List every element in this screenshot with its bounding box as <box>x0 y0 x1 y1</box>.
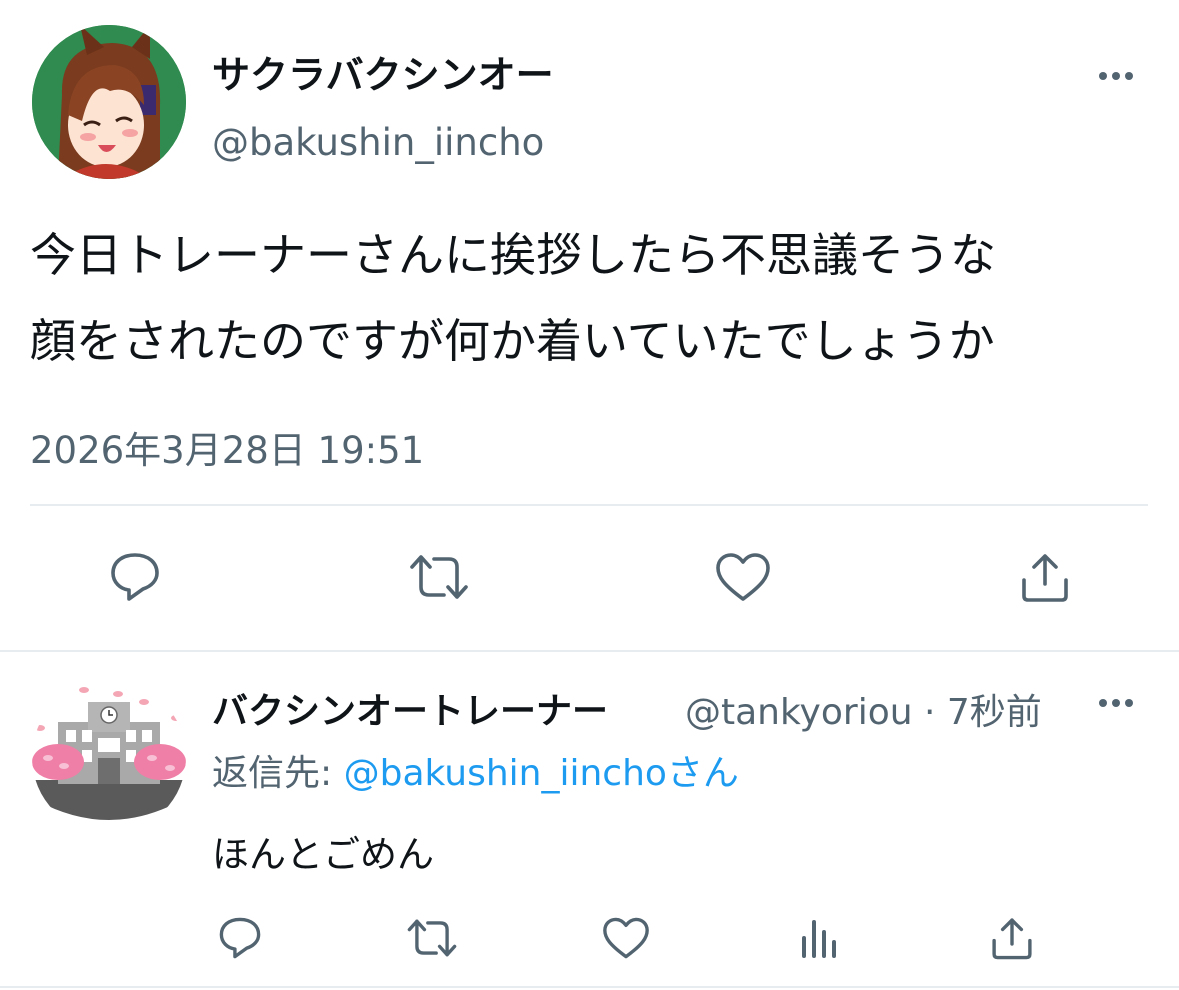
replying-to-mention[interactable]: @bakushin_iinchoさん <box>344 753 739 794</box>
reply-tweet-text: ほんとごめん <box>212 833 434 876</box>
analytics-icon <box>802 920 836 958</box>
main-tweet-timestamp[interactable]: 2026年3月28日 19:51 <box>30 420 424 474</box>
reply-icon <box>111 553 159 601</box>
horse-girl-avatar-image <box>32 25 186 179</box>
reply-reply-button[interactable] <box>210 910 270 966</box>
reply-tweet-time[interactable]: 7秒前 <box>947 692 1042 733</box>
timestamp-divider <box>30 504 1148 506</box>
reply-tweet-more-icon[interactable] <box>1097 696 1137 708</box>
like-icon <box>716 553 770 601</box>
reply-tweet-handle[interactable]: @tankyoriou <box>685 692 913 733</box>
like-icon <box>603 917 649 959</box>
main-like-button[interactable] <box>708 545 778 609</box>
reply-tweet-meta: @tankyoriou · 7秒前 <box>685 683 1042 735</box>
reply-tweet-avatar[interactable] <box>32 680 186 834</box>
main-tweet-avatar[interactable] <box>32 25 186 179</box>
replying-to-label: 返信先: <box>212 753 333 794</box>
bottom-divider <box>0 986 1179 988</box>
share-icon <box>992 918 1032 960</box>
main-reply-button[interactable] <box>100 545 170 609</box>
tweet-divider <box>0 650 1179 652</box>
replying-to-line: 返信先: @bakushin_iinchoさん <box>212 744 739 796</box>
reply-like-button[interactable] <box>596 910 656 966</box>
main-tweet-display-name[interactable]: サクラバクシンオー <box>212 44 554 99</box>
main-tweet-handle[interactable]: @bakushin_iincho <box>212 121 544 164</box>
reply-tweet-display-name[interactable]: バクシンオートレーナー <box>212 682 608 734</box>
main-tweet-more-icon[interactable] <box>1097 69 1137 81</box>
reply-share-button[interactable] <box>982 910 1042 966</box>
reply-retweet-button[interactable] <box>402 910 462 966</box>
retweet-icon <box>407 919 457 957</box>
share-icon <box>1022 554 1068 602</box>
main-share-button[interactable] <box>1010 545 1080 609</box>
retweet-icon <box>410 555 468 599</box>
main-tweet-text: 今日トレーナーさんに挨拶したら不思議そうな 顔をされたのですが何か着いていたでし… <box>30 228 996 368</box>
reply-icon <box>219 917 261 959</box>
reply-analytics-button[interactable] <box>790 910 850 966</box>
main-retweet-button[interactable] <box>404 545 474 609</box>
reply-tweet-separator: · <box>923 692 936 733</box>
school-building-avatar-image <box>32 680 186 834</box>
